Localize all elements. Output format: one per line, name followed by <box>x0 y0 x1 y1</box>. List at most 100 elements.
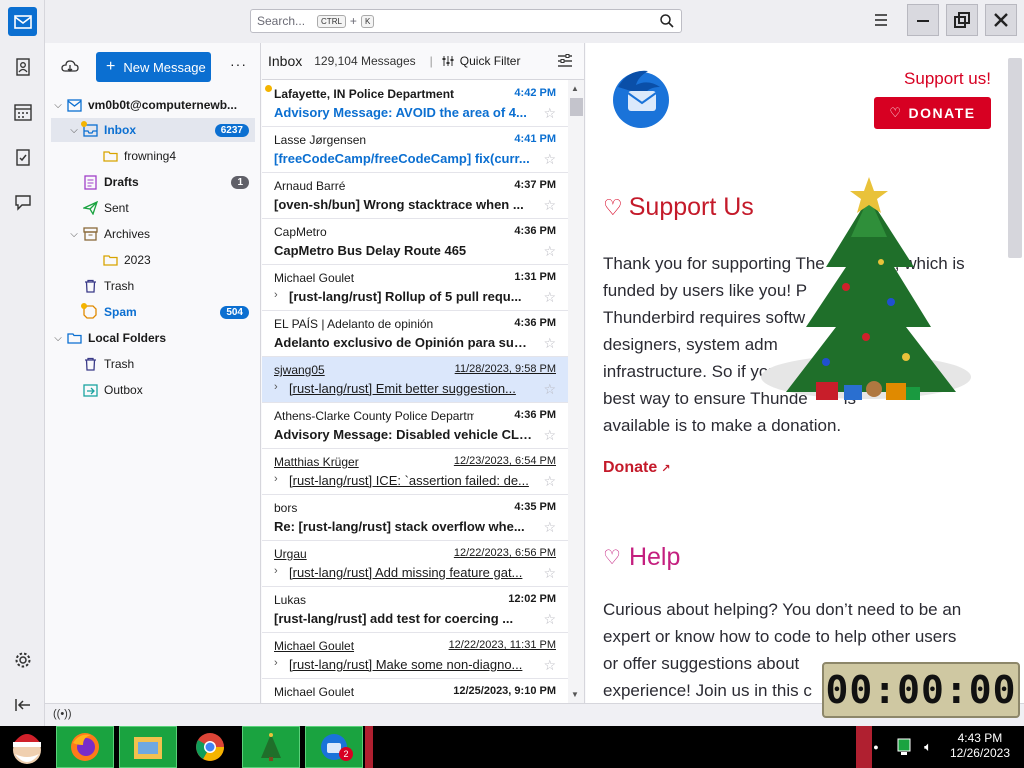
folder-outbox[interactable]: Outbox <box>51 378 255 402</box>
scroll-up-icon[interactable]: ▲ <box>571 84 579 93</box>
donate-button[interactable]: ♡ DONATE <box>874 97 991 129</box>
timer-gadget[interactable]: 00:00:00 <box>822 662 1020 718</box>
star-icon[interactable]: ☆ <box>543 197 556 214</box>
message-row-selected[interactable]: sjwang05 11/28/2023, 9:58 PM › [rust-lan… <box>262 357 568 403</box>
start-button[interactable] <box>2 726 52 768</box>
message-row[interactable]: CapMetro 4:36 PM CapMetro Bus Delay Rout… <box>262 219 568 265</box>
message-sender: Michael Goulet <box>274 271 355 285</box>
message-time: 4:36 PM <box>514 317 556 329</box>
support-text: infrastructure. So if you <box>603 362 778 381</box>
chevron-right-icon[interactable]: › <box>274 289 278 301</box>
folder-sent[interactable]: Sent <box>51 196 255 220</box>
message-row[interactable]: Michael Goulet 12/25/2023, 9:10 PM <box>262 679 568 703</box>
close-button[interactable] <box>985 4 1017 36</box>
message-row[interactable]: Michael Goulet 1:31 PM › [rust-lang/rust… <box>262 265 568 311</box>
message-row[interactable]: Athens-Clarke County Police Department 4… <box>262 403 568 449</box>
restore-button[interactable] <box>946 4 978 36</box>
message-row[interactable]: Michael Goulet 12/22/2023, 11:31 PM › [r… <box>262 633 568 679</box>
collapse-spaces-button[interactable] <box>8 690 37 719</box>
star-icon[interactable]: ☆ <box>543 243 556 260</box>
message-row[interactable]: Matthias Krüger 12/23/2023, 6:54 PM › [r… <box>262 449 568 495</box>
taskbar-divider <box>365 726 373 768</box>
message-row[interactable]: Lasse Jørgensen 4:41 PM [freeCodeCamp/fr… <box>262 127 568 173</box>
star-icon[interactable]: ☆ <box>543 381 556 398</box>
message-time: 12/25/2023, 9:10 PM <box>453 685 556 697</box>
support-us-link[interactable]: Support us! <box>904 69 991 89</box>
message-row[interactable]: Lukas 12:02 PM [rust-lang/rust] add test… <box>262 587 568 633</box>
chrome-taskbar-button[interactable] <box>182 726 238 768</box>
folder-label: Spam <box>104 305 137 319</box>
star-icon[interactable]: ☆ <box>543 335 556 352</box>
chevron-right-icon[interactable]: › <box>274 473 278 485</box>
settings-button[interactable] <box>8 645 37 674</box>
message-row[interactable]: bors 4:35 PM Re: [rust-lang/rust] stack … <box>262 495 568 541</box>
new-message-button[interactable]: + New Message <box>96 52 211 82</box>
star-icon[interactable]: ☆ <box>543 151 556 168</box>
message-time: 4:36 PM <box>514 225 556 237</box>
folder-label: Drafts <box>104 175 139 189</box>
folder-frowning4[interactable]: frowning4 <box>51 144 255 168</box>
star-icon[interactable]: ☆ <box>543 611 556 628</box>
app-menu-button[interactable] <box>865 4 897 36</box>
chevron-right-icon[interactable]: › <box>274 565 278 577</box>
thunderbird-taskbar-button[interactable]: 2 <box>305 726 363 768</box>
scroll-thumb[interactable] <box>570 98 583 116</box>
global-search-input[interactable]: Search... CTRL + K <box>250 9 682 33</box>
star-icon[interactable]: ☆ <box>543 289 556 306</box>
account-name: vm0b0t@computernewb... <box>88 98 238 112</box>
folder-spam[interactable]: Spam 504 <box>51 300 255 324</box>
connection-status-icon[interactable]: ((•)) <box>53 708 72 720</box>
chevron-down-icon: ⌵ <box>54 99 62 111</box>
help-text: Curious about helping? You don’t need to… <box>603 600 962 619</box>
thunderbird-window: Search... CTRL + K + New Message ··· ⌵ v… <box>0 0 1024 726</box>
folder-2023[interactable]: 2023 <box>51 248 255 272</box>
message-sender: bors <box>274 501 298 515</box>
folder-icon <box>65 330 83 346</box>
message-subject: [freeCodeCamp/freeCodeCamp] fix(curr... <box>274 151 530 166</box>
folder-trash[interactable]: Trash <box>51 274 255 298</box>
message-row[interactable]: Urgau 12/22/2023, 6:56 PM › [rust-lang/r… <box>262 541 568 587</box>
address-book-button[interactable] <box>8 52 37 81</box>
support-heading: ♡ Support Us <box>603 193 754 222</box>
mail-space-button[interactable] <box>8 7 37 36</box>
calendar-button[interactable] <box>8 97 37 126</box>
local-folders-row[interactable]: ⌵ Local Folders <box>51 326 255 350</box>
star-icon[interactable]: ☆ <box>543 565 556 582</box>
donate-link[interactable]: Donate ↗ <box>603 459 670 477</box>
volume-tray-icon[interactable]: 🔈︎ <box>918 726 938 768</box>
folder-inbox[interactable]: ⌵ Inbox 6237 <box>51 118 255 142</box>
message-row[interactable]: Arnaud Barré 4:37 PM [oven-sh/bun] Wrong… <box>262 173 568 219</box>
network-tray-icon[interactable] <box>892 726 916 768</box>
scroll-down-icon[interactable]: ▼ <box>571 690 579 699</box>
list-display-options-button[interactable] <box>557 54 573 71</box>
taskbar-clock[interactable]: 4:43 PM 12/26/2023 <box>950 731 1010 761</box>
chevron-right-icon[interactable]: › <box>274 657 278 669</box>
folder-local-trash[interactable]: Trash <box>51 352 255 376</box>
tasks-button[interactable] <box>8 142 37 171</box>
star-icon[interactable]: ☆ <box>543 519 556 536</box>
star-icon[interactable]: ☆ <box>543 657 556 674</box>
star-icon[interactable]: ☆ <box>543 427 556 444</box>
chevron-right-icon[interactable]: › <box>274 381 278 393</box>
folder-pane-menu-button[interactable]: ··· <box>230 56 247 72</box>
get-messages-button[interactable] <box>61 59 79 78</box>
message-sender: Michael Goulet <box>274 639 355 653</box>
folder-archives[interactable]: ⌵ Archives <box>51 222 255 246</box>
firefox-taskbar-button[interactable] <box>56 726 114 768</box>
chat-icon <box>14 194 31 211</box>
folder-drafts[interactable]: Drafts 1 <box>51 170 255 194</box>
message-subject: [rust-lang/rust] Make some non-diagno... <box>289 657 523 672</box>
star-icon[interactable]: ☆ <box>543 473 556 490</box>
minimize-button[interactable] <box>907 4 939 36</box>
star-icon[interactable]: ☆ <box>543 105 556 122</box>
message-row[interactable]: Lafayette, IN Police Department 4:42 PM … <box>262 81 568 127</box>
show-desktop-strip[interactable] <box>856 726 872 768</box>
quick-filter-button[interactable]: Quick Filter <box>441 54 520 68</box>
message-list-scrollbar[interactable]: ▲ ▼ <box>568 80 584 703</box>
reader-scrollbar[interactable] <box>1008 58 1022 258</box>
account-row[interactable]: ⌵ vm0b0t@computernewb... <box>51 93 255 117</box>
file-explorer-taskbar-button[interactable] <box>119 726 177 768</box>
chat-button[interactable] <box>8 187 37 216</box>
christmas-tree-taskbar-button[interactable] <box>242 726 300 768</box>
message-row[interactable]: EL PAÍS | Adelanto de opinión 4:36 PM Ad… <box>262 311 568 357</box>
